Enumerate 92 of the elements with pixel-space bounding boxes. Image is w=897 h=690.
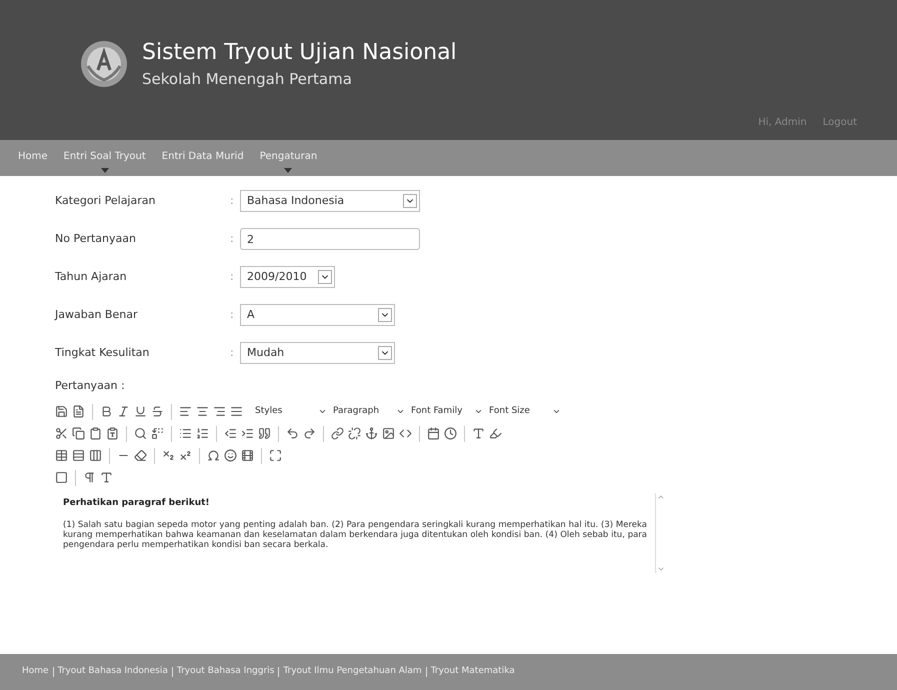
underline-icon[interactable]: [134, 405, 147, 418]
calendar-icon[interactable]: [427, 427, 440, 440]
field-label: Tahun Ajaran: [55, 268, 128, 285]
media-icon[interactable]: [241, 449, 254, 462]
text-color-icon[interactable]: [472, 427, 485, 440]
fullscreen-icon[interactable]: [269, 449, 282, 462]
new-document-icon[interactable]: [72, 405, 85, 418]
footer-link[interactable]: Tryout Ilmu Pengetahuan Alam: [283, 665, 422, 679]
field-label: Kategori Pelajaran: [55, 192, 156, 209]
align-left-icon[interactable]: [179, 405, 192, 418]
rows-icon[interactable]: [72, 449, 85, 462]
dropdown-field[interactable]: 2009/2010: [240, 266, 335, 288]
highlighter-icon[interactable]: [489, 427, 502, 440]
toolbar-dropdown[interactable]: Styles: [255, 404, 327, 418]
toolbar-dropdown[interactable]: Font Family: [411, 404, 483, 418]
toolbar-dropdown[interactable]: Font Size: [489, 404, 561, 418]
italic-icon[interactable]: [117, 405, 130, 418]
save-icon[interactable]: [55, 405, 68, 418]
link-icon[interactable]: [331, 427, 344, 440]
nav-link[interactable]: Pengaturan: [260, 149, 318, 164]
caret-icon: [100, 168, 109, 173]
image-icon[interactable]: [382, 427, 395, 440]
clock-icon[interactable]: [444, 427, 457, 440]
cut-icon[interactable]: [55, 427, 68, 440]
caret-icon: [378, 308, 392, 322]
emblem-icon: [80, 40, 128, 88]
caret-icon: [378, 346, 392, 360]
footer-link[interactable]: Home: [22, 665, 49, 679]
field-label: Pertanyaan :: [55, 378, 126, 394]
style-icon[interactable]: [100, 471, 113, 484]
columns-icon[interactable]: [89, 449, 102, 462]
code-icon[interactable]: [399, 427, 412, 440]
bulleted-list-icon[interactable]: [179, 427, 192, 440]
undo-icon[interactable]: [286, 427, 299, 440]
caret-icon: [474, 407, 483, 416]
nav-link[interactable]: Home: [18, 149, 48, 164]
editor-paragraph: (1) Salah satu bagian sepeda motor yang penting adalah ban. (2) Para pengendara seringkali kurang memperhatikan hal itu. (3) Mereka kurang memperhatikan bahwa keamanan dan keselamatan dalam berkendara juga ditentukan oleh kondisi ban. (4) Oleh sebab itu, para pengendara perlu memperhatikan kondisi ban secara berkala.: [63, 520, 647, 550]
caret-icon: [318, 407, 327, 416]
caret-icon: [403, 194, 417, 208]
footer-link[interactable]: Tryout Bahasa Inggris: [176, 665, 274, 679]
caret-icon: [552, 407, 561, 416]
caret-icon: [284, 168, 292, 173]
eraser-icon[interactable]: [134, 449, 147, 462]
field-label: Tingkat Kesulitan: [55, 344, 150, 361]
subscript-icon[interactable]: [162, 449, 175, 462]
bold-icon[interactable]: [100, 405, 113, 418]
strikethrough-icon[interactable]: [151, 405, 164, 418]
replace-icon[interactable]: [151, 427, 164, 440]
indent-icon[interactable]: [241, 427, 254, 440]
paste-text-icon[interactable]: [106, 427, 119, 440]
dropdown-field[interactable]: A: [240, 304, 395, 326]
site-subtitle: Sekolah Menengah Pertama: [142, 69, 353, 90]
align-center-icon[interactable]: [196, 405, 209, 418]
nav-link[interactable]: Entri Soal Tryout: [64, 149, 146, 164]
nav-link[interactable]: Entri Data Murid: [162, 149, 244, 164]
special-character-icon[interactable]: [207, 449, 220, 462]
unlink-icon[interactable]: [348, 427, 361, 440]
header-link[interactable]: Logout: [822, 115, 857, 130]
header-link[interactable]: Hi, Admin: [758, 115, 807, 130]
align-justify-icon[interactable]: [230, 405, 243, 418]
footer-link[interactable]: Tryout Matematika: [430, 665, 515, 679]
copy-icon[interactable]: [72, 427, 85, 440]
align-right-icon[interactable]: [213, 405, 226, 418]
scrollbar[interactable]: [655, 492, 665, 572]
caret-icon: [396, 407, 405, 416]
emoticon-icon[interactable]: [224, 449, 237, 462]
paste-icon[interactable]: [89, 427, 102, 440]
toolbar-dropdown[interactable]: Paragraph: [333, 404, 405, 418]
field-label: No Pertanyaan: [55, 230, 137, 247]
site-title: Sistem Tryout Ujian Nasional: [142, 39, 457, 67]
caret-icon: [318, 270, 332, 284]
colon-text: :: [230, 192, 235, 209]
colon-text: :: [230, 268, 235, 285]
colon-text: :: [230, 306, 235, 323]
colon-text: :: [230, 344, 235, 361]
field-label: Jawaban Benar: [55, 306, 138, 323]
search-icon[interactable]: [134, 427, 147, 440]
footer-link[interactable]: Tryout Bahasa Indonesia: [58, 665, 168, 679]
layer-icon[interactable]: [55, 471, 68, 484]
dropdown-field[interactable]: Mudah: [240, 342, 395, 364]
pilcrow-icon[interactable]: [83, 471, 96, 484]
redo-icon[interactable]: [303, 427, 316, 440]
quote-icon[interactable]: [258, 427, 271, 440]
colon-text: :: [230, 230, 235, 247]
input-field[interactable]: 2: [240, 228, 420, 250]
editor-heading: Perhatikan paragraf berikut!: [63, 496, 211, 510]
numbered-list-icon[interactable]: [196, 427, 209, 440]
superscript-icon[interactable]: [179, 449, 192, 462]
dropdown-field[interactable]: Bahasa Indonesia: [240, 190, 420, 212]
table-icon[interactable]: [55, 449, 68, 462]
outdent-icon[interactable]: [224, 427, 237, 440]
anchor-icon[interactable]: [365, 427, 378, 440]
